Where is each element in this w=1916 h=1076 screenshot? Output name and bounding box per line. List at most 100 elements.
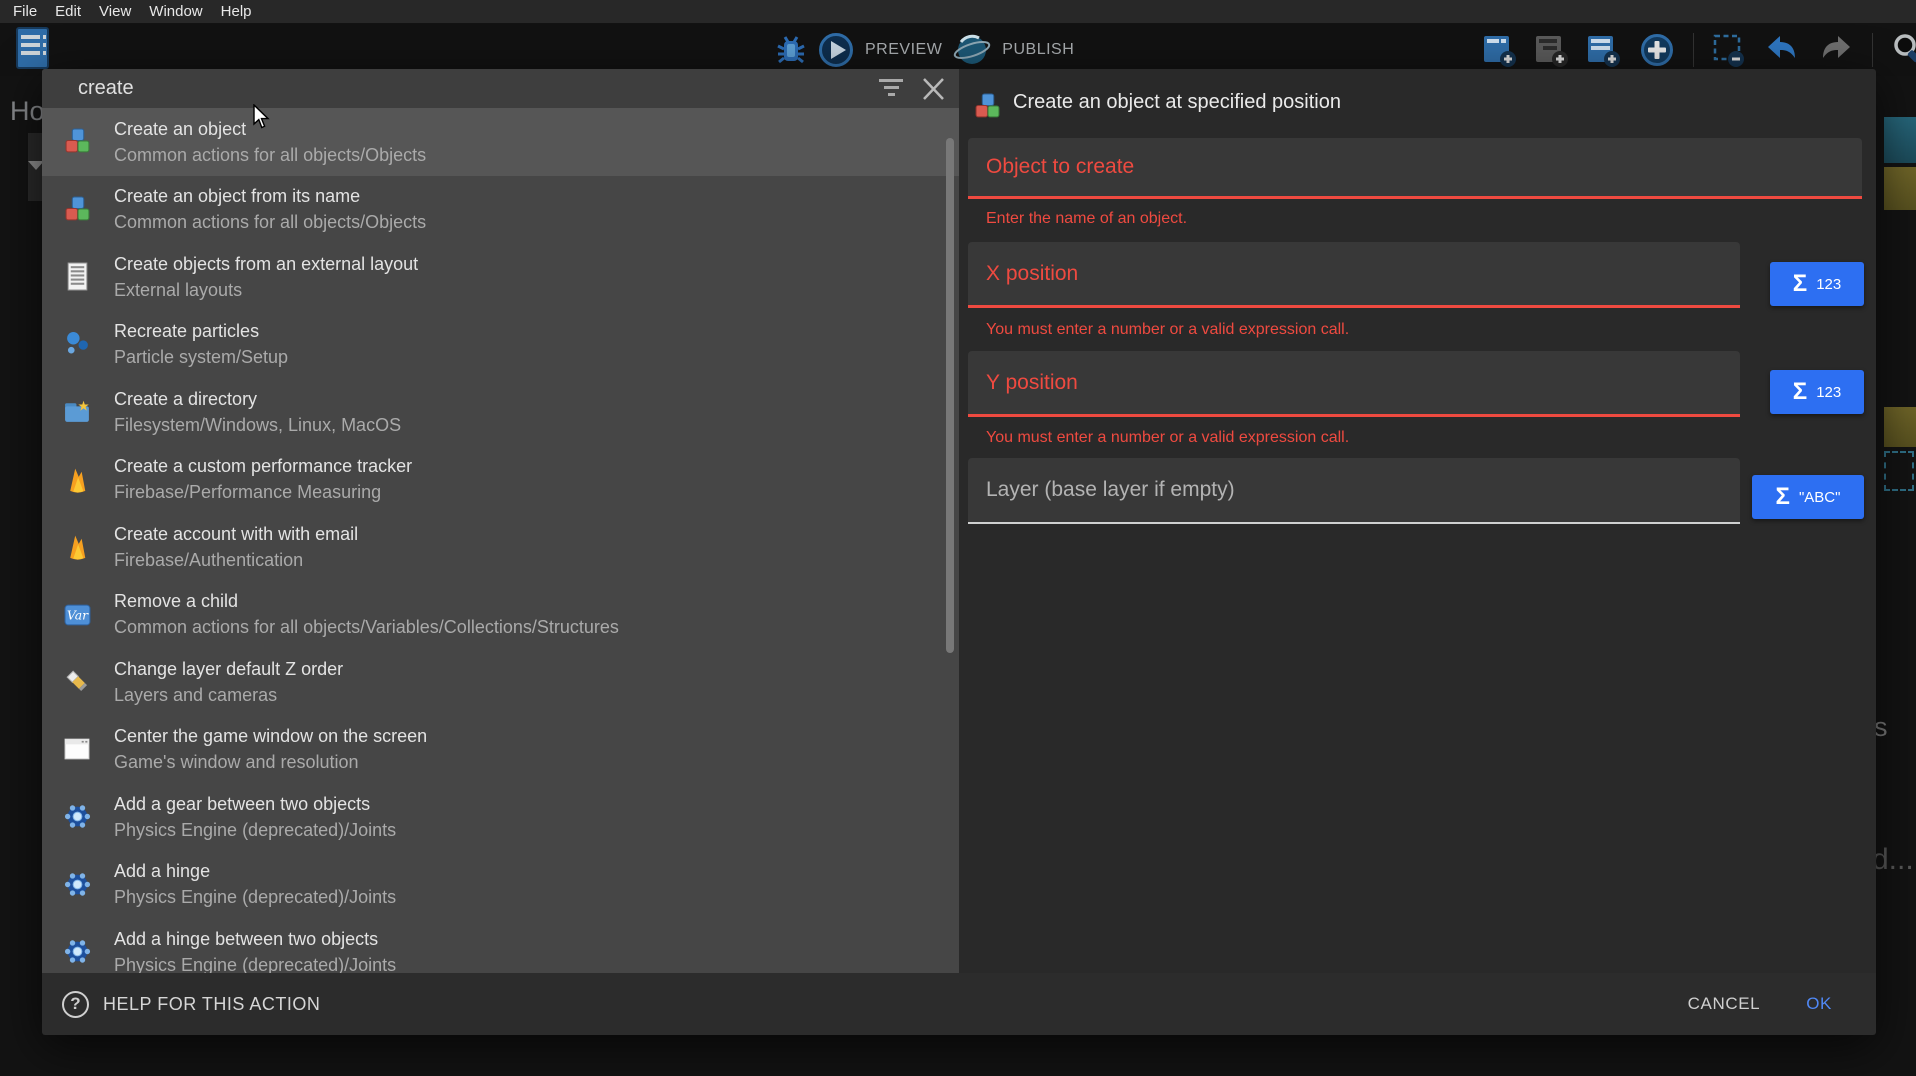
action-list-item[interactable]: Change layer default Z order Layers and c…: [42, 648, 959, 716]
undo-button[interactable]: [1764, 33, 1800, 67]
x-expression-editor-button[interactable]: Σ 123: [1770, 262, 1864, 306]
panel-title: Create an object at specified position: [1013, 91, 1341, 114]
add-scene-button[interactable]: [1483, 32, 1517, 68]
scene-tab-icon[interactable]: [14, 26, 52, 72]
menu-edit[interactable]: Edit: [46, 3, 90, 20]
add-new-button[interactable]: [1639, 32, 1675, 68]
action-list: Create an object Common actions for all o…: [42, 108, 959, 973]
menu-file[interactable]: File: [4, 3, 46, 20]
game-window-icon: [62, 734, 92, 764]
help-for-action-button[interactable]: ? HELP FOR THIS ACTION: [62, 991, 320, 1018]
search-button[interactable]: [1891, 32, 1916, 68]
action-item-title: Create a directory: [114, 389, 401, 409]
background-card-olive: [1884, 407, 1916, 447]
action-item-subtitle: Layers and cameras: [114, 685, 343, 705]
action-item-text: Create an object Common actions for all o…: [114, 119, 426, 165]
particles-icon: [62, 329, 92, 359]
action-list-item[interactable]: Center the game window on the screen Game…: [42, 716, 959, 784]
action-item-subtitle: Particle system/Setup: [114, 347, 288, 367]
action-item-text: Create a directoryFilesystem/Windows, Li…: [114, 389, 401, 435]
publish-button[interactable]: PUBLISH: [1002, 41, 1074, 59]
y-expression-editor-button[interactable]: Σ 123: [1770, 370, 1864, 414]
firebase-flame-icon: [62, 464, 92, 494]
objects-cubes-icon: [62, 127, 92, 157]
action-list-panel: Create an object Common actions for all o…: [42, 69, 959, 973]
action-item-title: Remove a child: [114, 591, 619, 611]
background-card-olive: [1884, 167, 1916, 210]
action-item-text: Center the game window on the screen Game…: [114, 726, 427, 772]
external-layout-icon: [62, 262, 92, 292]
action-item-subtitle: External layouts: [114, 280, 418, 300]
ok-button[interactable]: OK: [1806, 994, 1832, 1014]
action-item-text: Create an object from its nameCommon act…: [114, 186, 426, 232]
physics-joint-icon: [62, 937, 92, 967]
action-list-item[interactable]: VarRemove a childCommon actions for all …: [42, 581, 959, 649]
action-item-subtitle: Common actions for all objects/Objects: [114, 145, 426, 165]
menu-bar: File Edit View Window Help: [0, 0, 1916, 23]
action-item-title: Create an object: [114, 119, 426, 139]
background-card-teal: [1884, 117, 1916, 163]
debug-bug-icon[interactable]: [775, 33, 807, 67]
action-chooser-dialog: Create an object Common actions for all o…: [42, 69, 1876, 1035]
action-item-title: Create a custom performance tracker: [114, 456, 412, 476]
cancel-button[interactable]: CANCEL: [1688, 994, 1761, 1014]
action-list-item[interactable]: Create a custom performance tracker Fireb…: [42, 446, 959, 514]
action-list-item[interactable]: Add a gear between two objectsPhysics En…: [42, 783, 959, 851]
action-item-subtitle: Game's window and resolution: [114, 752, 427, 772]
add-external-events-button[interactable]: [1535, 32, 1569, 68]
sigma-icon: Σ: [1793, 272, 1807, 296]
layer-expression-editor-button[interactable]: Σ "ABC": [1752, 475, 1864, 519]
home-tab-label-clipped: Ho: [10, 96, 45, 127]
y-field-error: You must enter a number or a valid expre…: [986, 429, 1349, 447]
object-to-create-field[interactable]: Object to create: [968, 138, 1862, 199]
firebase-flame-icon: [62, 532, 92, 562]
action-list-item[interactable]: ★ Create a directoryFilesystem/Windows, L…: [42, 378, 959, 446]
action-parameters-panel: Create an object at specified position O…: [959, 69, 1876, 973]
preview-button[interactable]: PREVIEW: [865, 41, 942, 59]
y-position-field[interactable]: Y position: [968, 351, 1740, 417]
action-list-item[interactable]: Create account with with emailFirebase/A…: [42, 513, 959, 581]
layer-placeholder: Layer (base layer if empty): [986, 478, 1235, 502]
deselect-button[interactable]: [1712, 32, 1746, 68]
action-item-subtitle: Physics Engine (deprecated)/Joints: [114, 955, 396, 973]
filter-icon[interactable]: [878, 79, 904, 98]
action-item-title: Add a hinge: [114, 861, 396, 881]
dialog-footer: ? HELP FOR THIS ACTION CANCEL OK: [42, 973, 1876, 1035]
x-position-placeholder: X position: [986, 262, 1078, 286]
layer-field[interactable]: Layer (base layer if empty): [968, 458, 1740, 524]
action-item-title: Create objects from an external layout: [114, 254, 418, 274]
publish-globe-icon[interactable]: [953, 31, 991, 69]
preview-play-icon[interactable]: [818, 32, 854, 68]
menu-help[interactable]: Help: [212, 3, 261, 20]
action-item-subtitle: Physics Engine (deprecated)/Joints: [114, 887, 396, 907]
background-clipped-text: d...: [1872, 843, 1914, 877]
action-list-item[interactable]: Add a hinge between two objects Physics E…: [42, 918, 959, 973]
folder-new-icon: ★: [62, 397, 92, 427]
list-scrollbar-thumb[interactable]: [946, 138, 954, 653]
redo-button[interactable]: [1818, 33, 1854, 67]
action-list-item[interactable]: Recreate particlesParticle system/Setup: [42, 311, 959, 379]
action-item-title: Center the game window on the screen: [114, 726, 427, 746]
action-item-text: Create objects from an external layout Ex…: [114, 254, 418, 300]
action-list-item[interactable]: Create objects from an external layout Ex…: [42, 243, 959, 311]
add-external-layout-button[interactable]: [1587, 32, 1621, 68]
menu-window[interactable]: Window: [140, 3, 211, 20]
action-item-text: Change layer default Z order Layers and c…: [114, 659, 343, 705]
svg-text:★: ★: [77, 400, 89, 415]
close-icon[interactable]: [920, 76, 947, 102]
action-item-title: Add a gear between two objects: [114, 794, 396, 814]
action-item-text: Add a hinge between two objects Physics E…: [114, 929, 396, 973]
object-to-create-placeholder: Object to create: [986, 155, 1134, 179]
y-position-placeholder: Y position: [986, 371, 1078, 395]
action-list-item[interactable]: Add a hinge Physics Engine (deprecated)/J…: [42, 851, 959, 919]
help-question-icon: ?: [62, 991, 89, 1018]
action-list-item[interactable]: Create an object from its nameCommon act…: [42, 176, 959, 244]
action-list-item[interactable]: Create an object Common actions for all o…: [42, 108, 959, 176]
action-item-subtitle: Firebase/Performance Measuring: [114, 482, 412, 502]
action-item-title: Change layer default Z order: [114, 659, 343, 679]
menu-view[interactable]: View: [90, 3, 140, 20]
x-position-field[interactable]: X position: [968, 242, 1740, 308]
search-input[interactable]: [78, 69, 638, 108]
object-field-error: Enter the name of an object.: [986, 210, 1187, 228]
action-item-title: Add a hinge between two objects: [114, 929, 396, 949]
